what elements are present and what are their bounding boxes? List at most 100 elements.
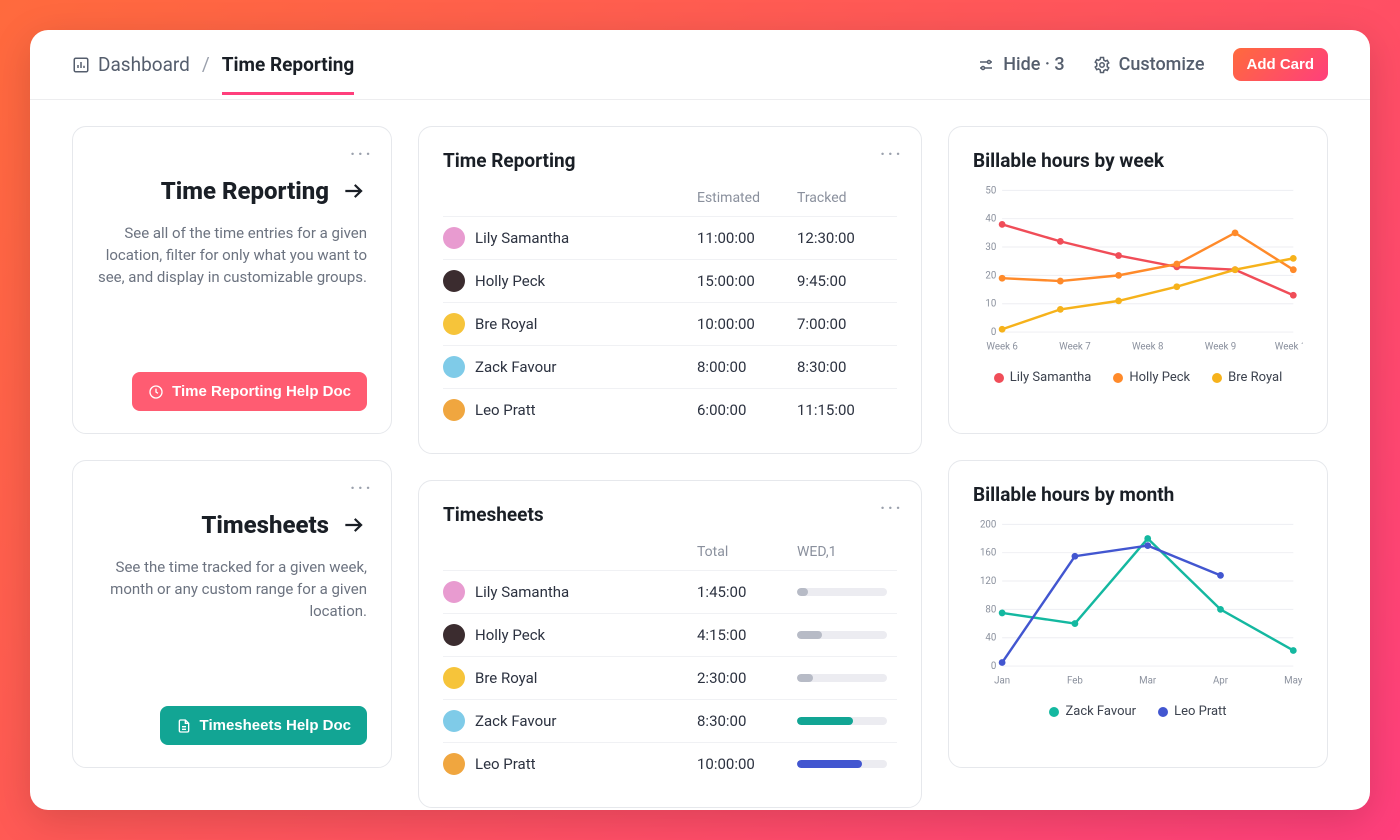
table-row[interactable]: Leo Pratt 6:00:00 11:15:00 <box>443 388 897 431</box>
clock-icon <box>148 384 164 400</box>
column-header: WED,1 <box>797 544 897 560</box>
total-value: 1:45:00 <box>697 583 797 601</box>
table-row[interactable]: Holly Peck 4:15:00 <box>443 613 897 656</box>
card-more-button[interactable]: ··· <box>880 143 903 168</box>
breadcrumb: Dashboard / Time Reporting <box>72 53 354 95</box>
svg-text:Week 7: Week 7 <box>1059 342 1091 353</box>
timesheets-help-button[interactable]: Timesheets Help Doc <box>160 706 367 745</box>
hide-button[interactable]: Hide · 3 <box>977 54 1064 75</box>
column-header: Estimated <box>697 190 797 206</box>
person-name: Holly Peck <box>475 272 545 290</box>
arrow-right-icon[interactable] <box>341 512 367 538</box>
person-name: Zack Favour <box>475 358 556 376</box>
time-reporting-table-card: ··· Time Reporting Estimated Tracked Lil… <box>418 126 922 454</box>
table-row[interactable]: Lily Samantha 11:00:00 12:30:00 <box>443 216 897 259</box>
table-row[interactable]: Lily Samantha 1:45:00 <box>443 570 897 613</box>
card-title: Billable hours by week <box>973 149 1303 172</box>
hide-label: Hide · 3 <box>1003 54 1064 75</box>
help-button-label: Timesheets Help Doc <box>200 717 351 734</box>
line-chart: 04080120160200JanFebMarAprMay <box>973 512 1303 692</box>
document-icon <box>176 718 192 734</box>
estimated-value: 8:00:00 <box>697 358 797 376</box>
gear-icon <box>1093 56 1111 74</box>
breadcrumb-dashboard[interactable]: Dashboard <box>72 53 190 94</box>
card-title: Billable hours by month <box>973 483 1303 506</box>
chart-legend: Zack Favour Leo Pratt <box>973 704 1303 719</box>
help-button-label: Time Reporting Help Doc <box>172 383 351 400</box>
svg-text:Week 8: Week 8 <box>1132 342 1163 353</box>
card-title: Timesheets <box>201 511 329 539</box>
tracked-value: 9:45:00 <box>797 272 897 290</box>
tracked-value: 7:00:00 <box>797 315 897 333</box>
legend-item: Lily Samantha <box>994 370 1092 385</box>
svg-text:0: 0 <box>991 661 996 672</box>
progress-bar <box>797 674 887 682</box>
estimated-value: 6:00:00 <box>697 401 797 419</box>
add-card-button[interactable]: Add Card <box>1233 48 1329 81</box>
time-reporting-help-button[interactable]: Time Reporting Help Doc <box>132 372 367 411</box>
svg-text:Mar: Mar <box>1139 676 1157 687</box>
total-value: 2:30:00 <box>697 669 797 687</box>
card-description: See all of the time entries for a given … <box>97 223 367 288</box>
estimated-value: 10:00:00 <box>697 315 797 333</box>
sliders-icon <box>977 56 995 74</box>
svg-text:Jan: Jan <box>994 676 1010 687</box>
customize-label: Customize <box>1119 54 1205 75</box>
svg-text:Week 9: Week 9 <box>1205 342 1236 353</box>
svg-text:30: 30 <box>985 242 996 253</box>
estimated-value: 11:00:00 <box>697 229 797 247</box>
person-name: Bre Royal <box>475 669 537 687</box>
progress-bar <box>797 631 887 639</box>
tracked-value: 11:15:00 <box>797 401 897 419</box>
person-name: Leo Pratt <box>475 401 536 419</box>
billable-month-chart-card: Billable hours by month 04080120160200Ja… <box>948 460 1328 768</box>
person-name: Lily Samantha <box>475 229 569 247</box>
tracked-value: 8:30:00 <box>797 358 897 376</box>
legend-item: Leo Pratt <box>1158 704 1226 719</box>
svg-text:Week 10: Week 10 <box>1275 342 1303 353</box>
chart-icon <box>72 56 90 74</box>
card-description: See the time tracked for a given week, m… <box>97 557 367 622</box>
estimated-value: 15:00:00 <box>697 272 797 290</box>
svg-text:200: 200 <box>980 519 996 530</box>
progress-bar <box>797 760 887 768</box>
chart-legend: Lily SamanthaHolly PeckBre Royal <box>973 370 1303 385</box>
svg-text:Apr: Apr <box>1213 676 1229 687</box>
column-header: Tracked <box>797 190 897 206</box>
total-value: 4:15:00 <box>697 626 797 644</box>
svg-text:160: 160 <box>980 548 996 559</box>
breadcrumb-current[interactable]: Time Reporting <box>222 53 354 95</box>
svg-text:40: 40 <box>985 633 996 644</box>
table-row[interactable]: Zack Favour 8:00:00 8:30:00 <box>443 345 897 388</box>
person-name: Holly Peck <box>475 626 545 644</box>
arrow-right-icon[interactable] <box>341 178 367 204</box>
svg-text:May: May <box>1284 676 1303 687</box>
legend-item: Holly Peck <box>1113 370 1190 385</box>
legend-item: Zack Favour <box>1049 704 1136 719</box>
tracked-value: 12:30:00 <box>797 229 897 247</box>
breadcrumb-separator: / <box>202 53 210 94</box>
card-more-button[interactable]: ··· <box>880 497 903 522</box>
person-name: Leo Pratt <box>475 755 536 773</box>
svg-text:40: 40 <box>985 214 996 225</box>
table-row[interactable]: Bre Royal 10:00:00 7:00:00 <box>443 302 897 345</box>
table-row[interactable]: Holly Peck 15:00:00 9:45:00 <box>443 259 897 302</box>
column-header: Total <box>697 544 797 560</box>
table-row[interactable]: Leo Pratt 10:00:00 <box>443 742 897 785</box>
card-title: Timesheets <box>443 503 897 526</box>
table-row[interactable]: Bre Royal 2:30:00 <box>443 656 897 699</box>
svg-text:20: 20 <box>985 270 996 281</box>
svg-text:Week 6: Week 6 <box>986 342 1017 353</box>
timesheets-info-card: ··· Timesheets See the time tracked for … <box>72 460 392 768</box>
svg-text:80: 80 <box>985 604 996 615</box>
person-name: Lily Samantha <box>475 583 569 601</box>
time-reporting-info-card: ··· Time Reporting See all of the time e… <box>72 126 392 434</box>
card-more-button[interactable]: ··· <box>350 143 373 168</box>
card-more-button[interactable]: ··· <box>350 477 373 502</box>
svg-text:10: 10 <box>985 299 996 310</box>
customize-button[interactable]: Customize <box>1093 54 1205 75</box>
total-value: 8:30:00 <box>697 712 797 730</box>
card-title: Time Reporting <box>161 177 329 205</box>
svg-text:0: 0 <box>991 327 996 338</box>
table-row[interactable]: Zack Favour 8:30:00 <box>443 699 897 742</box>
